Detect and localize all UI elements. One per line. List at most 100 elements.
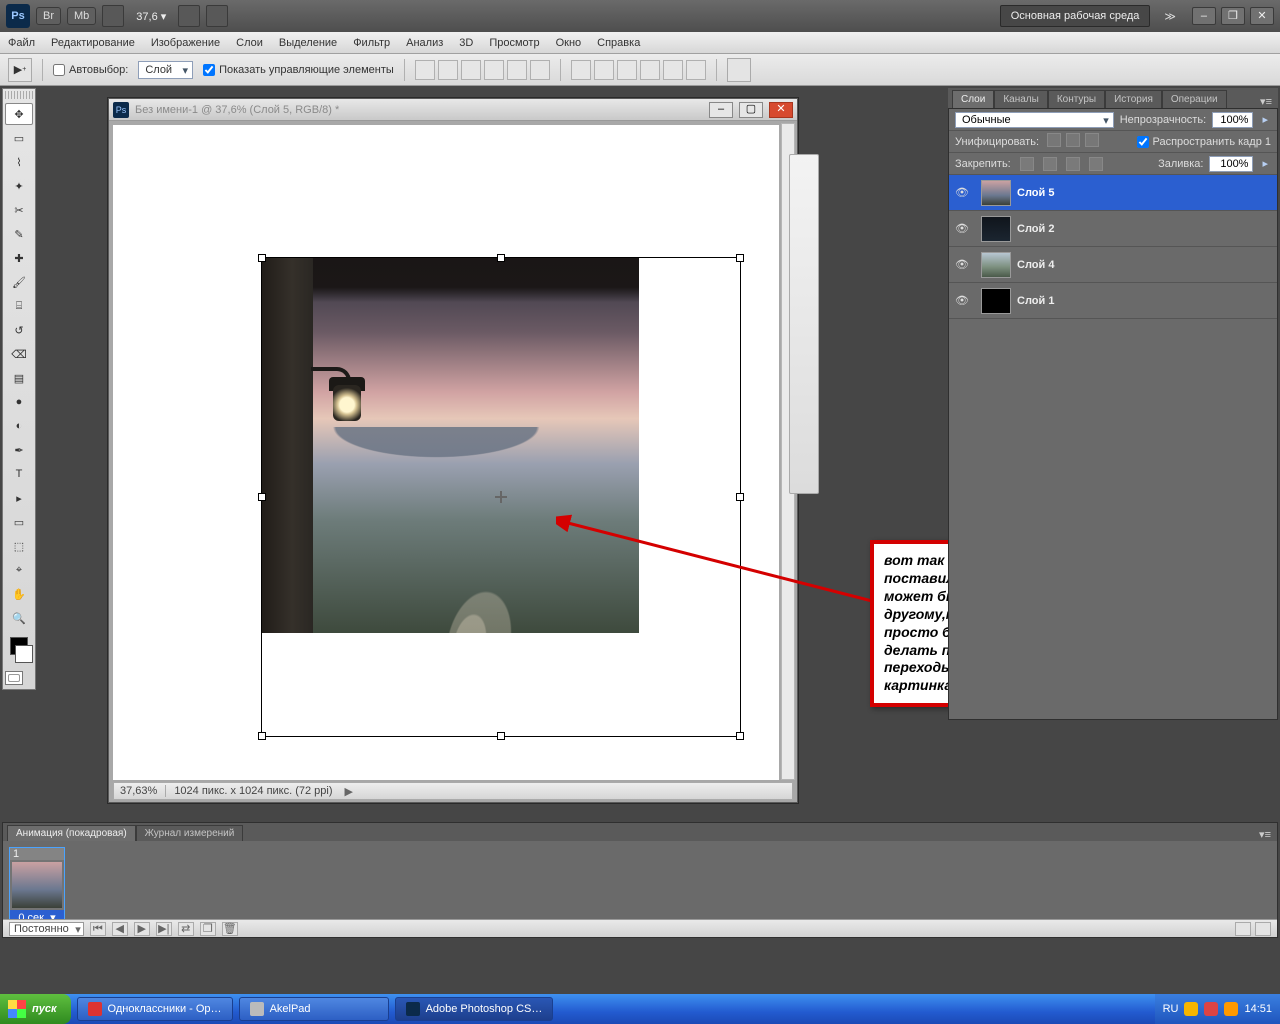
- tab-actions[interactable]: Операции: [1162, 90, 1227, 108]
- layer-name[interactable]: Слой 1: [1017, 295, 1054, 307]
- 3d-tool[interactable]: ⬚: [5, 535, 33, 557]
- layer-item[interactable]: 👁 Слой 4: [949, 247, 1277, 283]
- distribute-vcenter-icon[interactable]: [594, 60, 614, 80]
- menu-image[interactable]: Изображение: [151, 37, 220, 49]
- transform-handle[interactable]: [497, 254, 505, 262]
- visibility-eye-icon[interactable]: 👁: [949, 222, 975, 235]
- menu-3d[interactable]: 3D: [459, 37, 473, 49]
- align-hcenter-icon[interactable]: [507, 60, 527, 80]
- screen-mode-button[interactable]: [206, 5, 228, 27]
- panel-menu-icon[interactable]: ▾≡: [1254, 95, 1278, 108]
- transform-handle[interactable]: [497, 732, 505, 740]
- distribute-left-icon[interactable]: [640, 60, 660, 80]
- tween-button[interactable]: ⇄: [178, 922, 194, 936]
- taskbar-item-odnoklassniki[interactable]: Одноклассники - Op…: [77, 997, 233, 1021]
- show-transform-controls-checkbox[interactable]: Показать управляющие элементы: [203, 64, 394, 76]
- bridge-button[interactable]: Br: [36, 7, 61, 25]
- gradient-tool[interactable]: ▤: [5, 367, 33, 389]
- transform-bounding-box[interactable]: [261, 257, 741, 737]
- lock-all-icon[interactable]: [1089, 157, 1103, 171]
- propagate-frame-checkbox[interactable]: Распространить кадр 1: [1137, 136, 1271, 148]
- tab-history[interactable]: История: [1105, 90, 1162, 108]
- hand-tool[interactable]: ✋: [5, 583, 33, 605]
- panel-handle[interactable]: [5, 91, 33, 99]
- marquee-tool[interactable]: ▭: [5, 127, 33, 149]
- play-button[interactable]: ▶: [134, 922, 150, 936]
- taskbar-item-akelpad[interactable]: AkelPad: [239, 997, 389, 1021]
- menu-filter[interactable]: Фильтр: [353, 37, 390, 49]
- workspace-switcher[interactable]: Основная рабочая среда: [1000, 5, 1151, 27]
- taskbar-item-photoshop[interactable]: Adobe Photoshop CS…: [395, 997, 554, 1021]
- distribute-bottom-icon[interactable]: [617, 60, 637, 80]
- unify-style-icon[interactable]: [1085, 133, 1099, 147]
- visibility-eye-icon[interactable]: 👁: [949, 186, 975, 199]
- input-language[interactable]: RU: [1163, 1003, 1179, 1015]
- tab-paths[interactable]: Контуры: [1048, 90, 1105, 108]
- tray-icon[interactable]: [1184, 1002, 1198, 1016]
- distribute-hcenter-icon[interactable]: [663, 60, 683, 80]
- lock-transparency-icon[interactable]: [1020, 157, 1034, 171]
- document-titlebar[interactable]: Ps Без имени-1 @ 37,6% (Слой 5, RGB/8) *…: [109, 99, 797, 121]
- tab-animation[interactable]: Анимация (покадровая): [7, 825, 136, 841]
- blend-mode-select[interactable]: Обычные: [955, 112, 1114, 128]
- tray-icon[interactable]: [1204, 1002, 1218, 1016]
- layer-item[interactable]: 👁 Слой 5: [949, 175, 1277, 211]
- transform-handle[interactable]: [258, 493, 266, 501]
- anim-panel-menu-icon[interactable]: ▾≡: [1253, 828, 1277, 841]
- eraser-tool[interactable]: ⌫: [5, 343, 33, 365]
- auto-select-checkbox[interactable]: Автовыбор:: [53, 64, 128, 76]
- vertical-scrollbar[interactable]: [781, 123, 795, 780]
- prev-frame-button[interactable]: ◀: [112, 922, 128, 936]
- transform-center-icon[interactable]: [495, 491, 507, 503]
- doc-close-button[interactable]: ✕: [769, 102, 793, 118]
- opacity-input[interactable]: 100%: [1212, 112, 1253, 128]
- tray-clock[interactable]: 14:51: [1244, 1003, 1272, 1015]
- transform-handle[interactable]: [736, 732, 744, 740]
- tab-layers[interactable]: Слои: [952, 90, 994, 108]
- 3d-camera-tool[interactable]: ⌖: [5, 559, 33, 581]
- align-left-icon[interactable]: [484, 60, 504, 80]
- view-extras-button[interactable]: [102, 5, 124, 27]
- visibility-eye-icon[interactable]: 👁: [949, 294, 975, 307]
- doc-min-button[interactable]: –: [709, 102, 733, 118]
- menu-select[interactable]: Выделение: [279, 37, 337, 49]
- lasso-tool[interactable]: ⌇: [5, 151, 33, 173]
- dodge-tool[interactable]: ◐: [5, 415, 33, 437]
- color-swatches[interactable]: [5, 637, 33, 663]
- eyedropper-tool[interactable]: ✎: [5, 223, 33, 245]
- menu-file[interactable]: Файл: [8, 37, 35, 49]
- tab-channels[interactable]: Каналы: [994, 90, 1048, 108]
- transform-handle[interactable]: [736, 254, 744, 262]
- lock-pixels-icon[interactable]: [1043, 157, 1057, 171]
- layer-thumbnail[interactable]: [981, 216, 1011, 242]
- stamp-tool[interactable]: ⌸: [5, 295, 33, 317]
- menu-analysis[interactable]: Анализ: [406, 37, 443, 49]
- doc-minimize-button[interactable]: –: [1192, 7, 1216, 25]
- fill-arrow-icon[interactable]: ▸: [1259, 157, 1271, 170]
- workspace-more-icon[interactable]: ≫: [1156, 10, 1184, 23]
- first-frame-button[interactable]: ⏮: [90, 922, 106, 936]
- move-tool[interactable]: ✥: [5, 103, 33, 125]
- crop-tool[interactable]: ✂: [5, 199, 33, 221]
- quickmask-toggle-icon[interactable]: [5, 671, 23, 685]
- doc-restore-button[interactable]: ❐: [1221, 7, 1245, 25]
- doc-max-button[interactable]: ▢: [739, 102, 763, 118]
- loop-mode-select[interactable]: Постоянно: [9, 922, 84, 936]
- start-button[interactable]: пуск: [0, 994, 71, 1024]
- minibridge-button[interactable]: Mb: [67, 7, 96, 25]
- align-bottom-icon[interactable]: [461, 60, 481, 80]
- layer-item[interactable]: 👁 Слой 2: [949, 211, 1277, 247]
- next-frame-button[interactable]: ▶|: [156, 922, 172, 936]
- move-tool-preset-button[interactable]: ▶+: [8, 58, 32, 82]
- fill-input[interactable]: 100%: [1209, 156, 1253, 172]
- align-right-icon[interactable]: [530, 60, 550, 80]
- anim-trash-icon[interactable]: [1255, 922, 1271, 936]
- layer-item[interactable]: 👁 Слой 1: [949, 283, 1277, 319]
- history-brush-tool[interactable]: ↺: [5, 319, 33, 341]
- menu-view[interactable]: Просмотр: [489, 37, 539, 49]
- brush-tool[interactable]: 🖌: [5, 271, 33, 293]
- transform-handle[interactable]: [736, 493, 744, 501]
- distribute-right-icon[interactable]: [686, 60, 706, 80]
- layer-thumbnail[interactable]: [981, 252, 1011, 278]
- background-swatch[interactable]: [15, 645, 33, 663]
